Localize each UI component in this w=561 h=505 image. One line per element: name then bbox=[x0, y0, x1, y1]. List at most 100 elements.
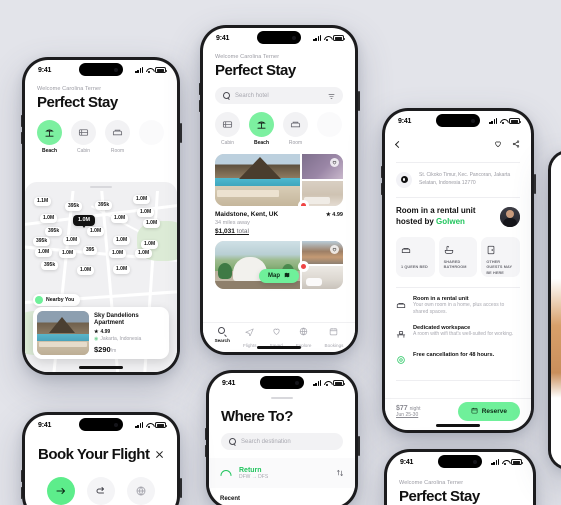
power-button[interactable] bbox=[180, 123, 182, 143]
category-room[interactable]: Room bbox=[105, 120, 130, 154]
map-price-pill[interactable]: 1.0M bbox=[113, 265, 131, 274]
welcome-text: Welcome Carolina Terner bbox=[37, 86, 102, 92]
listing-item[interactable]: Maidstone, Kent, UK ★ 4.99 34 miles away… bbox=[203, 146, 355, 235]
heart-icon[interactable] bbox=[494, 135, 502, 153]
map-price-pill[interactable]: 395k bbox=[45, 227, 63, 236]
map-price-pill[interactable]: 1.0M bbox=[113, 236, 131, 245]
listing-card[interactable]: Sky Dandelions Apartment ★ 4.99 ◉ Jakart… bbox=[33, 307, 169, 359]
listing-info: Sky Dandelions Apartment ★ 4.99 ◉ Jakart… bbox=[94, 311, 165, 355]
listing-gallery[interactable] bbox=[215, 154, 343, 206]
share-icon[interactable] bbox=[512, 135, 520, 153]
save-heart-icon[interactable] bbox=[330, 158, 339, 167]
power-button[interactable] bbox=[358, 436, 360, 456]
volume-up-button[interactable] bbox=[204, 428, 206, 440]
swap-icon[interactable] bbox=[336, 464, 344, 482]
map-price-pill[interactable]: 395k bbox=[33, 237, 51, 246]
map-price-pill[interactable]: 1.0M bbox=[40, 214, 58, 223]
category-beach[interactable]: Beach bbox=[37, 120, 62, 154]
status-time: 9:41 bbox=[216, 34, 230, 42]
power-button[interactable] bbox=[180, 478, 182, 498]
nearby-you-badge[interactable]: Nearby You bbox=[33, 294, 81, 306]
listing-photo-2 bbox=[301, 154, 343, 179]
amenity-text: Free cancellation for 48 hours. bbox=[413, 352, 494, 358]
map-price-pill[interactable]: 395k bbox=[95, 201, 113, 210]
map-price-pill[interactable]: 1.0M bbox=[133, 195, 151, 204]
status-bar: 9:41 bbox=[25, 415, 177, 432]
power-button[interactable] bbox=[534, 174, 536, 194]
rating-value: 4.99 bbox=[100, 328, 111, 335]
home-indicator bbox=[436, 424, 480, 427]
back-chevron-icon[interactable] bbox=[394, 140, 403, 148]
address-row[interactable]: St. Cikoko Timur, Kec. Pancoran, Jakarta… bbox=[385, 171, 531, 188]
volume-down-button[interactable] bbox=[20, 132, 22, 144]
trip-type-round-trip[interactable]: Round trip bbox=[87, 477, 115, 505]
power-button[interactable] bbox=[358, 91, 360, 111]
save-heart-icon[interactable] bbox=[330, 245, 339, 254]
host-name[interactable]: Golwen bbox=[436, 217, 465, 226]
category-beach[interactable]: Beach bbox=[249, 112, 274, 146]
map-price-pill[interactable]: 1.0M bbox=[87, 227, 105, 236]
category-cabin[interactable]: Cabin bbox=[215, 112, 240, 146]
map-price-pill[interactable]: 1.0M bbox=[63, 236, 81, 245]
dates-value[interactable]: Jun 25-30 bbox=[396, 412, 420, 418]
category-more[interactable] bbox=[317, 112, 342, 137]
map-price-pill[interactable]: 1.1M bbox=[34, 197, 52, 206]
map-price-pill[interactable]: 1.0M bbox=[59, 249, 77, 258]
map-price-pill[interactable]: 1.0M bbox=[77, 266, 95, 275]
volume-up-button[interactable] bbox=[380, 166, 382, 178]
status-indicators bbox=[313, 380, 345, 386]
map-price-pill[interactable]: 395k bbox=[41, 261, 59, 270]
tab-search[interactable]: Search bbox=[215, 327, 230, 343]
sheet-grabber[interactable] bbox=[90, 186, 112, 189]
volume-down-button[interactable] bbox=[204, 445, 206, 457]
tab-flights[interactable]: Flights bbox=[243, 323, 257, 348]
search-input[interactable]: Search hotel bbox=[215, 87, 343, 104]
category-more[interactable] bbox=[139, 120, 164, 145]
map-sheet[interactable]: 1.1M 395k 395k 1.0M 1.0M 1.0M 1.0M 1.0M … bbox=[25, 182, 177, 372]
tab-saved[interactable]: Saved bbox=[270, 323, 283, 348]
map-price-pill[interactable]: 1.0M bbox=[141, 240, 159, 249]
listing-item[interactable]: Map bbox=[203, 235, 355, 289]
price-unit: total bbox=[236, 228, 249, 235]
search-input[interactable]: Search destination bbox=[221, 433, 343, 451]
map-price-pill[interactable]: 1.0M bbox=[143, 219, 161, 228]
filter-icon[interactable] bbox=[328, 87, 335, 105]
map-price-pill[interactable]: 1.0M bbox=[111, 214, 129, 223]
volume-down-button[interactable] bbox=[198, 100, 200, 112]
price-value: $1,031 bbox=[215, 228, 235, 235]
map-label: Map bbox=[268, 273, 280, 279]
trip-type-one-way[interactable]: One-way bbox=[47, 477, 75, 505]
reserve-button[interactable]: Reserve bbox=[457, 402, 520, 421]
map-toggle-button[interactable]: Map bbox=[259, 269, 299, 283]
category-room[interactable]: Room bbox=[283, 112, 308, 146]
beach-icon bbox=[249, 112, 274, 137]
amenity-item: Dedicated workspace A room with wifi tha… bbox=[385, 325, 531, 344]
screenshot-canvas: 9:41 Welcome Carolina Terner Perfect Sta… bbox=[0, 0, 561, 505]
close-icon[interactable] bbox=[155, 450, 164, 459]
volume-up-button[interactable] bbox=[198, 83, 200, 95]
map-price-pill[interactable]: 1.0M bbox=[109, 249, 127, 258]
map-price-pill[interactable]: 1.0M bbox=[135, 249, 153, 258]
map-price-pill[interactable]: 1.0M bbox=[137, 208, 155, 217]
map-price-pill-selected[interactable]: 1.0M bbox=[73, 215, 95, 226]
volume-down-button[interactable] bbox=[380, 183, 382, 195]
volume-down-button[interactable] bbox=[20, 487, 22, 499]
map-price-pill[interactable]: 1.0M bbox=[35, 248, 53, 257]
tab-bookings[interactable]: Bookings bbox=[324, 323, 344, 348]
category-cabin[interactable]: Cabin bbox=[71, 120, 96, 154]
volume-up-button[interactable] bbox=[20, 115, 22, 127]
status-indicators bbox=[489, 118, 521, 124]
map-price-pill[interactable]: 395 bbox=[83, 246, 98, 255]
listing-photo bbox=[37, 311, 89, 355]
return-flight-row[interactable]: Return DFW → DFS bbox=[209, 458, 355, 489]
bed-icon bbox=[396, 297, 406, 315]
map-price-pill[interactable]: 395k bbox=[65, 202, 83, 211]
search-icon bbox=[223, 92, 231, 100]
tab-explore[interactable]: Explore bbox=[296, 323, 311, 348]
map-canvas[interactable]: 1.1M 395k 395k 1.0M 1.0M 1.0M 1.0M 1.0M … bbox=[25, 191, 177, 372]
tab-label: Bookings bbox=[324, 342, 344, 348]
avatar[interactable] bbox=[500, 206, 520, 227]
trip-type-multi-city[interactable]: Multi City bbox=[127, 477, 155, 505]
volume-up-button[interactable] bbox=[20, 470, 22, 482]
cabin-icon bbox=[71, 120, 96, 145]
